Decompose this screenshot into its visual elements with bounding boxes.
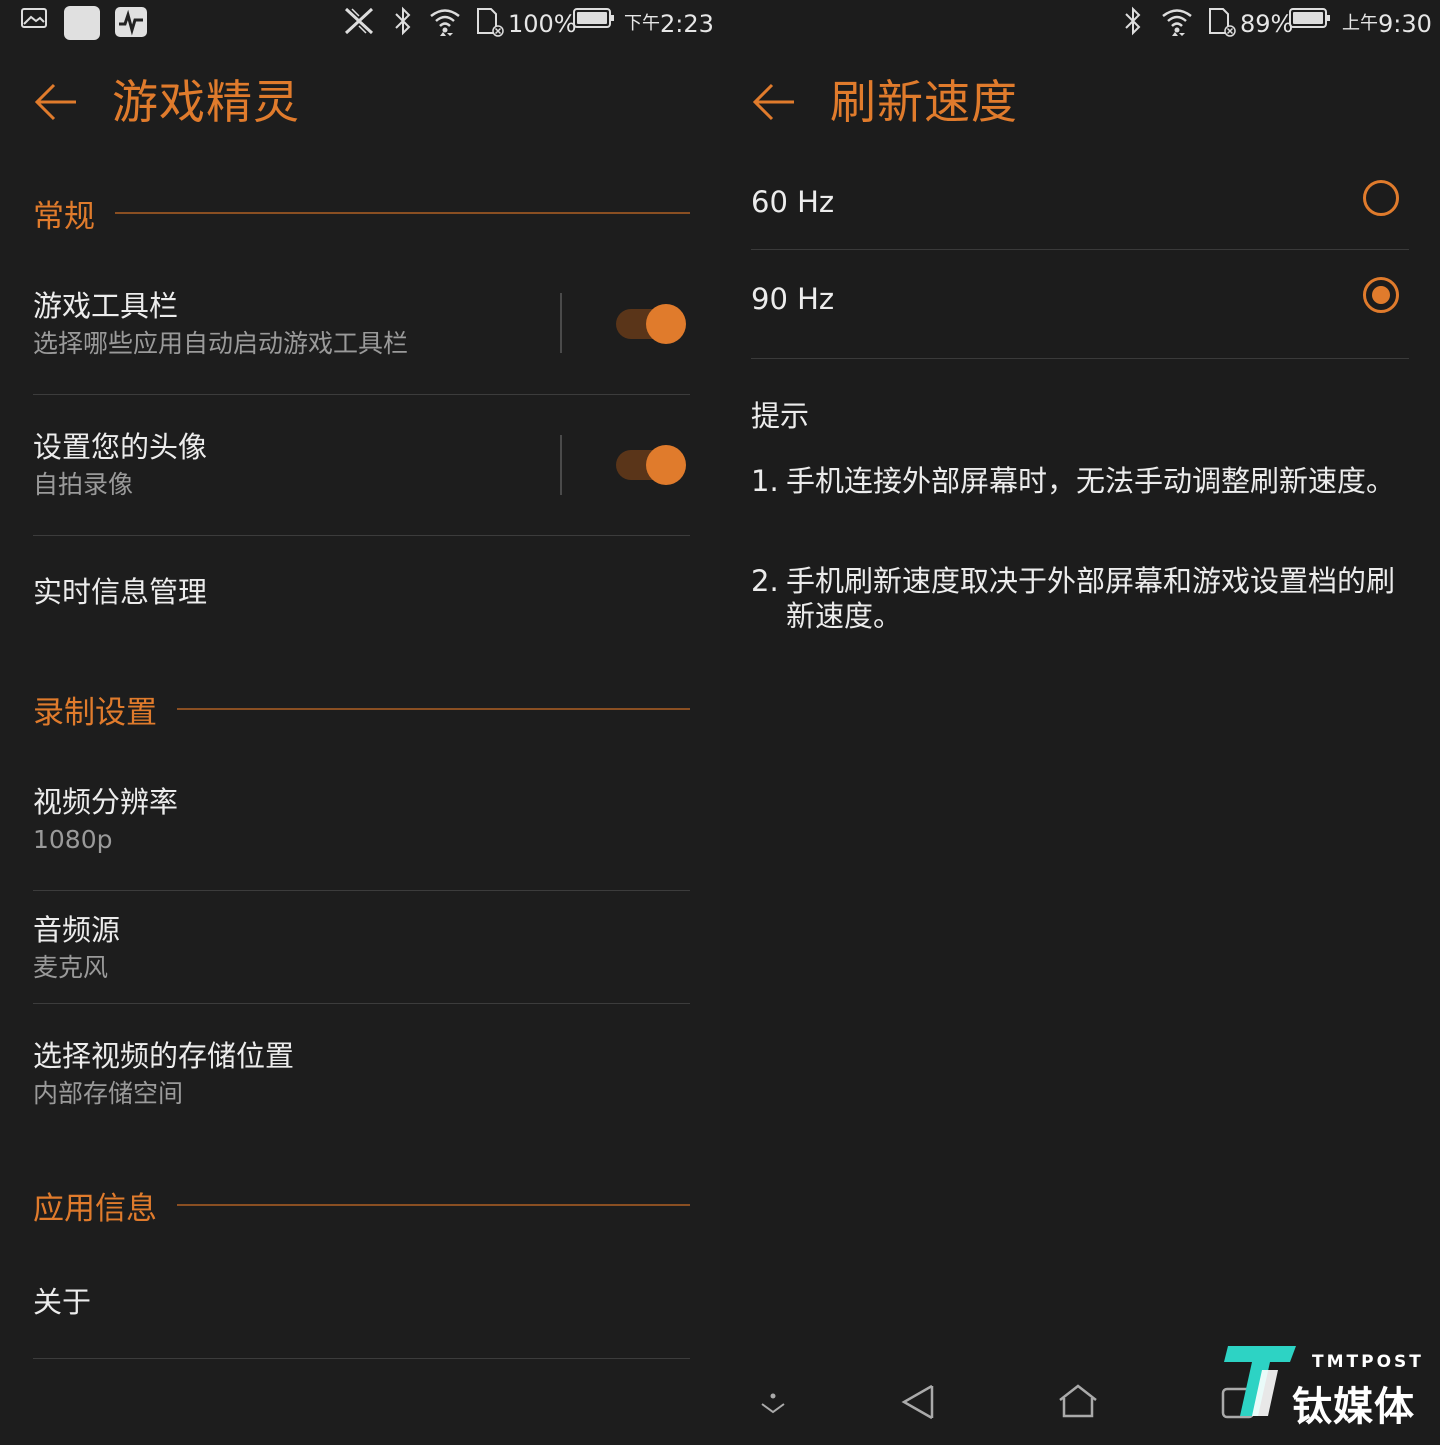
page-title: 游戏精灵 — [112, 75, 300, 129]
x-mode-icon — [343, 6, 375, 36]
setting-avatar[interactable]: 设置您的头像 自拍录像 — [33, 427, 690, 503]
setting-title: 游戏工具栏 — [33, 289, 179, 323]
status-bar: 100% 下午 2:23 — [0, 0, 720, 48]
back-arrow-icon[interactable] — [752, 80, 796, 124]
section-line — [115, 212, 690, 214]
divider — [751, 249, 1409, 250]
tmtpost-watermark: TMTPOST 钛媒体 — [1222, 1340, 1424, 1430]
vertical-separator — [560, 293, 562, 353]
hint-number: 1. — [751, 464, 779, 498]
radio-60hz[interactable] — [1363, 180, 1399, 216]
section-title-app-info: 应用信息 — [33, 1190, 157, 1227]
radio-90hz-selected[interactable] — [1363, 277, 1399, 313]
wifi-icon — [1160, 6, 1194, 38]
battery-icon — [572, 6, 616, 30]
sim-card-icon — [474, 6, 506, 38]
app-notification-icon — [64, 6, 100, 40]
setting-game-toolbar[interactable]: 游戏工具栏 选择哪些应用自动启动游戏工具栏 — [33, 286, 690, 362]
nav-home-icon[interactable] — [1056, 1382, 1100, 1426]
hint-text: 手机刷新速度取决于外部屏幕和游戏设置档的刷新速度。 — [786, 564, 1396, 633]
setting-subtitle: 内部存储空间 — [33, 1079, 184, 1108]
hint-item-2: 2. 手机刷新速度取决于外部屏幕和游戏设置档的刷新速度。 — [751, 564, 1401, 634]
setting-title: 选择视频的存储位置 — [33, 1039, 295, 1073]
setting-subtitle: 自拍录像 — [33, 470, 134, 499]
option-90hz[interactable]: 90 Hz — [751, 251, 1409, 347]
setting-title: 视频分辨率 — [33, 785, 179, 819]
divider — [33, 1358, 690, 1359]
app-bar: 游戏精灵 — [0, 60, 720, 144]
watermark-english: TMTPOST — [1312, 1352, 1424, 1372]
nav-collapse-icon[interactable] — [758, 1388, 788, 1422]
hint-item-1: 1. 手机连接外部屏幕时，无法手动调整刷新速度。 — [751, 464, 1401, 499]
setting-audio-source[interactable]: 音频源 麦克风 — [33, 910, 690, 986]
option-label: 60 Hz — [751, 185, 835, 219]
divider — [33, 394, 690, 395]
setting-storage-location[interactable]: 选择视频的存储位置 内部存储空间 — [33, 1036, 690, 1112]
wifi-icon — [428, 6, 462, 38]
status-bar: 89% 上午 9:30 — [720, 0, 1440, 48]
time-period: 下午 — [624, 13, 660, 34]
back-arrow-icon[interactable] — [34, 80, 78, 124]
battery-percent: 89% — [1240, 10, 1294, 38]
tmtpost-logo-icon — [1224, 1346, 1296, 1416]
battery-icon — [1288, 6, 1332, 30]
hint-number: 2. — [751, 564, 779, 598]
bluetooth-icon — [1122, 6, 1144, 36]
divider — [33, 535, 690, 536]
setting-subtitle: 1080p — [33, 825, 113, 854]
divider — [751, 358, 1409, 359]
app-bar: 刷新速度 — [720, 60, 1440, 144]
setting-about[interactable]: 关于 — [33, 1282, 690, 1322]
vertical-separator — [560, 435, 562, 495]
gallery-icon — [20, 6, 48, 30]
avatar-toggle[interactable] — [616, 445, 688, 485]
bluetooth-icon — [392, 6, 414, 36]
option-60hz[interactable]: 60 Hz — [751, 154, 1409, 250]
section-record: 录制设置 — [33, 684, 690, 734]
nav-back-icon[interactable] — [900, 1382, 936, 1426]
setting-title: 实时信息管理 — [33, 575, 208, 609]
divider — [33, 890, 690, 891]
section-app-info: 应用信息 — [33, 1180, 690, 1230]
hint-title: 提示 — [751, 399, 810, 433]
setting-title: 关于 — [33, 1285, 92, 1319]
game-genie-settings-screen: 100% 下午 2:23 游戏精灵 常规 游戏工具栏 选择哪些应用自动启动游戏工… — [0, 0, 720, 1445]
section-line — [177, 708, 690, 710]
setting-subtitle: 选择哪些应用自动启动游戏工具栏 — [33, 329, 409, 358]
section-title-record: 录制设置 — [33, 694, 157, 731]
setting-video-resolution[interactable]: 视频分辨率 1080p — [33, 782, 690, 858]
activity-monitor-icon — [114, 6, 148, 38]
option-label: 90 Hz — [751, 282, 835, 316]
section-line — [177, 1204, 690, 1206]
status-time: 2:23 — [660, 10, 714, 38]
page-title: 刷新速度 — [830, 75, 1018, 129]
section-title-general: 常规 — [33, 198, 95, 235]
sim-card-icon — [1206, 6, 1238, 38]
game-toolbar-toggle[interactable] — [616, 304, 688, 344]
setting-subtitle: 麦克风 — [33, 953, 109, 982]
time-period: 上午 — [1342, 13, 1378, 34]
watermark-chinese: 钛媒体 — [1292, 1384, 1415, 1430]
divider — [33, 1003, 690, 1004]
section-general: 常规 — [33, 188, 690, 238]
hint-text: 手机连接外部屏幕时，无法手动调整刷新速度。 — [786, 464, 1396, 498]
setting-realtime-info[interactable]: 实时信息管理 — [33, 572, 690, 612]
setting-title: 音频源 — [33, 913, 121, 947]
status-time: 9:30 — [1378, 10, 1432, 38]
setting-title: 设置您的头像 — [33, 430, 208, 464]
battery-percent: 100% — [508, 10, 577, 38]
